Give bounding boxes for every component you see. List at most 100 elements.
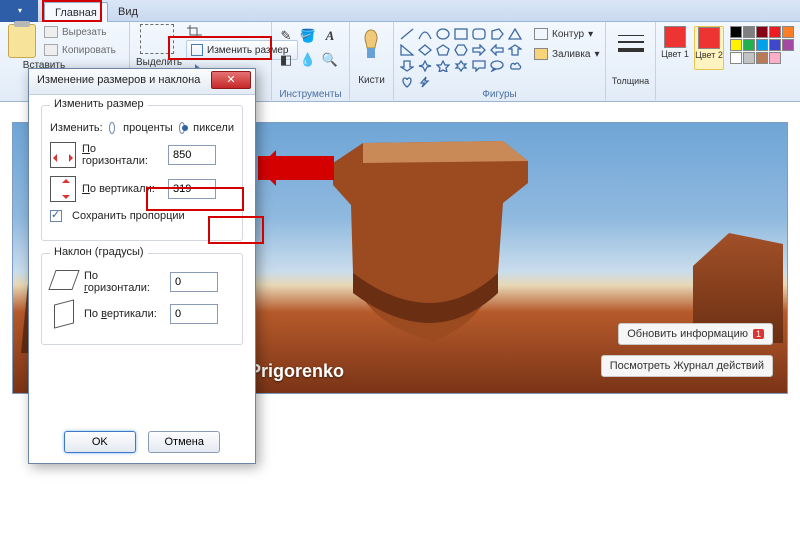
group-shapes-label: Фигуры (394, 89, 605, 100)
update-info-button[interactable]: Обновить информацию 1 (618, 323, 773, 345)
shape-triangle[interactable] (506, 26, 523, 41)
fill-label: Заливка (552, 49, 591, 60)
cut-button[interactable]: Вырезать (44, 26, 106, 38)
group-tools: ✎ 🪣 A ◧ 💧 🔍 Инструменты (272, 22, 350, 100)
skew-h-icon (50, 270, 78, 294)
keep-ratio-checkbox[interactable] (50, 210, 62, 222)
palette-swatch[interactable] (756, 52, 768, 64)
crop-button[interactable] (186, 24, 204, 38)
shapes-gallery[interactable] (398, 26, 528, 89)
palette-swatch[interactable] (730, 52, 742, 64)
keep-ratio-label: Сохранить пропорции (72, 210, 185, 222)
palette-swatch[interactable] (782, 39, 794, 51)
shape-star6[interactable] (452, 58, 469, 73)
outline-label: Контур (552, 29, 584, 40)
brushes-label: Кисти (350, 75, 393, 86)
notification-badge: 1 (753, 329, 764, 339)
group-colors: Цвет 1 Цвет 2 (656, 22, 800, 100)
shape-pentagon[interactable] (434, 42, 451, 57)
color2-label: Цвет 2 (695, 51, 723, 60)
shape-lightning[interactable] (416, 74, 433, 89)
update-info-label: Обновить информацию (627, 328, 748, 340)
palette-swatch[interactable] (743, 26, 755, 38)
dialog-close-button[interactable]: ✕ (211, 71, 251, 89)
view-log-button[interactable]: Посмотреть Журнал действий (601, 355, 773, 377)
shape-fill-button[interactable]: Заливка▾ (534, 48, 600, 60)
shape-star4[interactable] (416, 58, 433, 73)
highlight-arrow (258, 156, 334, 180)
scissors-icon (44, 26, 58, 38)
shape-arrow-r[interactable] (470, 42, 487, 57)
shape-diamond[interactable] (416, 42, 433, 57)
copy-button[interactable]: Копировать (44, 44, 116, 56)
color2-swatch (698, 27, 720, 49)
fill-tool[interactable]: 🪣 (298, 26, 318, 46)
pencil-tool[interactable]: ✎ (276, 26, 296, 46)
palette-swatch[interactable] (769, 52, 781, 64)
dialog-buttons: OK Отмена (29, 431, 255, 453)
skew-legend: Наклон (градусы) (50, 246, 148, 258)
shape-curve[interactable] (416, 26, 433, 41)
palette-swatch[interactable] (730, 26, 742, 38)
brush-button[interactable] (358, 28, 384, 62)
horizontal-input[interactable] (168, 145, 216, 165)
palette-swatch[interactable] (730, 39, 742, 51)
shape-heart[interactable] (398, 74, 415, 89)
shape-star5[interactable] (434, 58, 451, 73)
palette-swatch[interactable] (769, 39, 781, 51)
skew-v-icon (50, 302, 78, 326)
eraser-tool[interactable]: ◧ (276, 50, 296, 70)
shape-rtriangle[interactable] (398, 42, 415, 57)
resize-skew-dialog: Изменение размеров и наклона ✕ Изменить … (28, 68, 256, 464)
skew-h-input[interactable] (170, 272, 218, 292)
tab-view[interactable]: Вид (108, 2, 148, 22)
zoom-tool[interactable]: 🔍 (320, 50, 340, 70)
vertical-input[interactable] (168, 179, 216, 199)
app-menu-button[interactable] (0, 0, 38, 22)
color-palette[interactable] (730, 26, 800, 64)
shape-callout-oval[interactable] (488, 58, 505, 73)
shape-roundrect[interactable] (470, 26, 487, 41)
dialog-title: Изменение размеров и наклона (37, 74, 200, 86)
palette-swatch[interactable] (769, 26, 781, 38)
palette-swatch[interactable] (743, 39, 755, 51)
tab-main[interactable]: Главная (44, 2, 108, 22)
picker-tool[interactable]: 💧 (298, 50, 318, 70)
radio-percent[interactable] (109, 122, 115, 134)
vertical-label: По вертикали: (82, 183, 162, 195)
shape-hexagon[interactable] (452, 42, 469, 57)
vertical-icon (50, 176, 76, 202)
resize-legend: Изменить размер (50, 98, 148, 110)
group-brushes: Кисти (350, 22, 394, 100)
palette-swatch[interactable] (756, 39, 768, 51)
color1-button[interactable]: Цвет 1 (660, 26, 690, 70)
shape-polygon[interactable] (488, 26, 505, 41)
shape-outline-button[interactable]: Контур▾ (534, 28, 593, 40)
skew-v-input[interactable] (170, 304, 218, 324)
shape-rect[interactable] (452, 26, 469, 41)
shape-line[interactable] (398, 26, 415, 41)
dialog-titlebar[interactable]: Изменение размеров и наклона ✕ (29, 69, 255, 95)
shape-callout-rect[interactable] (470, 58, 487, 73)
shape-arrow-u[interactable] (506, 42, 523, 57)
resize-icon (191, 44, 203, 56)
ok-button[interactable]: OK (64, 431, 136, 453)
skew-group: Наклон (градусы) Погоризонтали: По верти… (41, 253, 243, 345)
radio-pixels[interactable] (179, 122, 185, 134)
shape-callout-cloud[interactable] (506, 58, 523, 73)
palette-swatch[interactable] (743, 52, 755, 64)
horizontal-icon (50, 142, 76, 168)
palette-swatch[interactable] (782, 26, 794, 38)
skew-v-label: По вертикали: (84, 308, 164, 320)
shape-arrow-l[interactable] (488, 42, 505, 57)
text-tool[interactable]: A (320, 26, 340, 46)
radio-pixels-label: пиксели (193, 122, 234, 134)
cancel-button[interactable]: Отмена (148, 431, 220, 453)
copy-label: Копировать (62, 45, 116, 56)
color2-button[interactable]: Цвет 2 (694, 26, 724, 70)
shape-oval[interactable] (434, 26, 451, 41)
thickness-button[interactable] (618, 30, 644, 60)
palette-swatch[interactable] (756, 26, 768, 38)
horizontal-label: Погоризонтали: (82, 143, 162, 167)
shape-arrow-d[interactable] (398, 58, 415, 73)
